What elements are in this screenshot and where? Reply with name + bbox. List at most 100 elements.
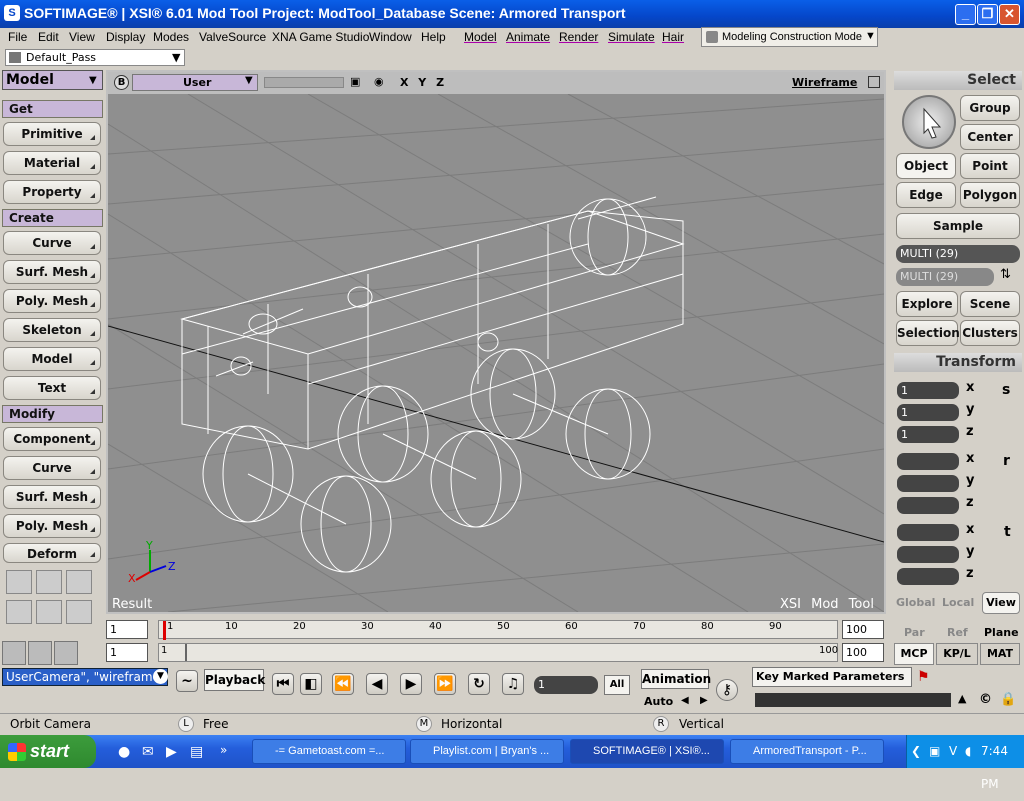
camera-dropdown[interactable]: User ▼ [132,74,258,91]
scale-z-field[interactable]: 1 [897,426,959,443]
antivirus-icon[interactable]: V [949,735,957,768]
timeline-end-field[interactable]: 100 [842,620,884,639]
copy-icon[interactable]: © [979,692,992,707]
module-hair[interactable]: Hair [662,30,684,44]
menu-help[interactable]: Help [421,30,446,44]
create-poly-mesh-button[interactable]: Poly. Mesh [3,289,101,313]
maximize-viewport-icon[interactable] [868,76,880,88]
tab-mat[interactable]: MAT [980,643,1020,665]
task-playlist[interactable]: Playlist.com | Bryan's ... [410,739,564,764]
axis-toggles[interactable]: X Y Z [400,76,447,89]
keyframe-icon[interactable]: ⚑ [917,669,930,685]
explore-button[interactable]: Explore [896,291,958,317]
model-toolbar-selector[interactable]: Model ▼ [2,70,103,90]
module-model[interactable]: Model [464,30,497,44]
playhead-marker[interactable] [163,621,166,640]
create-model-button[interactable]: Model [3,347,101,371]
animation-menu-button[interactable]: Animation [641,669,711,689]
command-line-field[interactable]: UserCamera", "wireframe" [2,668,168,686]
select-sample-button[interactable]: Sample [896,213,1020,239]
task-gametoast[interactable]: -= Gametoast.com =... [252,739,406,764]
media-quicklaunch-icon[interactable]: ▶ [166,744,177,760]
tray-expand-icon[interactable]: ❮ [911,735,921,768]
desktop-quicklaunch-icon[interactable]: ▤ [190,744,203,760]
auto-key-button[interactable]: Auto [644,695,673,708]
range-handle-left[interactable] [185,644,187,661]
create-curve-button[interactable]: Curve [3,231,101,255]
all-button[interactable]: All [604,675,630,695]
view-buttons-strip[interactable] [264,77,344,88]
parameter-slider[interactable] [755,693,951,707]
explorer-icon[interactable] [2,641,26,665]
viewport-b-icon[interactable]: B [114,75,129,90]
clusters-button[interactable]: Clusters [960,320,1020,346]
layout-quad-icon[interactable] [66,570,92,594]
modify-poly-mesh-button[interactable]: Poly. Mesh [3,514,101,538]
eye-icon[interactable]: ◉ [374,75,384,88]
playback-menu-button[interactable]: Playback [204,669,265,691]
previous-key-icon[interactable]: ◧ [300,673,322,695]
construction-mode-dropdown[interactable]: Modeling Construction Mode ▼ [701,27,878,47]
rotate-x-field[interactable] [897,453,959,470]
timeline-ruler[interactable]: 1 10 20 30 40 50 60 70 80 90 [158,620,838,640]
menu-modes[interactable]: Modes [153,30,189,44]
scale-y-field[interactable]: 1 [897,404,959,421]
modify-component-button[interactable]: Component [3,427,101,451]
get-property-button[interactable]: Property [3,180,101,204]
menu-valvesource[interactable]: ValveSource [199,30,266,44]
menu-display[interactable]: Display [106,30,145,44]
layout-columns-icon[interactable] [36,600,62,624]
layout-mixed-icon[interactable] [6,600,32,624]
scene-button[interactable]: Scene [960,291,1020,317]
camera-icon[interactable]: ▣ [350,75,360,88]
outlook-quicklaunch-icon[interactable]: ✉ [142,744,154,760]
modify-surf-mesh-button[interactable]: Surf. Mesh [3,485,101,509]
create-text-button[interactable]: Text [3,376,101,400]
select-arrow-icon[interactable] [902,95,956,149]
rotate-y-field[interactable] [897,475,959,492]
display-mode-dropdown[interactable]: Wireframe [792,76,857,89]
lock-icon[interactable]: 🔒 [1000,692,1016,707]
palette-icon[interactable] [54,641,78,665]
translate-x-field[interactable] [897,524,959,541]
module-render[interactable]: Render [559,30,598,44]
scale-x-field[interactable]: 1 [897,382,959,399]
layout-graph-icon[interactable] [6,570,32,594]
key-marked-parameters-button[interactable]: Key Marked Parameters [752,667,912,687]
modify-deform-button[interactable]: Deform [3,543,101,563]
translate-z-field[interactable] [897,568,959,585]
timeline-start-field[interactable]: 1 [106,620,148,639]
select-object-button[interactable]: Object [896,153,956,179]
create-skeleton-button[interactable]: Skeleton [3,318,101,342]
select-polygon-button[interactable]: Polygon [960,182,1020,208]
tab-kpl[interactable]: KP/L [936,643,978,665]
get-material-button[interactable]: Material [3,151,101,175]
audio-icon[interactable]: ♫ [502,673,524,695]
modify-curve-button[interactable]: Curve [3,456,101,480]
select-edge-button[interactable]: Edge [896,182,956,208]
skip-back-icon[interactable]: ⏪ [332,673,354,695]
get-primitive-button[interactable]: Primitive [3,122,101,146]
global-mode-button[interactable]: Global [896,596,935,609]
translate-icon[interactable]: t [1004,524,1011,540]
par-mode-button[interactable]: Par [904,626,925,639]
select-center-button[interactable]: Center [960,124,1020,150]
play-icon[interactable]: ▶ [400,673,422,695]
maximize-button[interactable]: ❐ [977,4,998,25]
selection-multi-field[interactable]: MULTI (29) [896,245,1020,263]
menu-edit[interactable]: Edit [38,30,59,44]
quicklaunch-overflow-icon[interactable]: » [220,743,227,757]
selection-button[interactable]: Selection [896,320,960,346]
task-armoredtransport[interactable]: ArmoredTransport - P... [730,739,884,764]
select-point-button[interactable]: Point [960,153,1020,179]
brush-tool-icon[interactable] [28,641,52,665]
menu-window[interactable]: Window [369,30,412,44]
scale-icon[interactable]: s [1002,382,1010,398]
key-icon[interactable]: ⚷ [716,679,738,701]
loop-icon[interactable]: ↻ [468,673,490,695]
ref-mode-button[interactable]: Ref [947,626,968,639]
next-key-arrow-icon[interactable]: ▶ [700,695,708,706]
start-button[interactable]: start [0,735,96,768]
plane-mode-button[interactable]: Plane [984,626,1019,639]
current-frame-field[interactable]: 1 [534,676,598,694]
